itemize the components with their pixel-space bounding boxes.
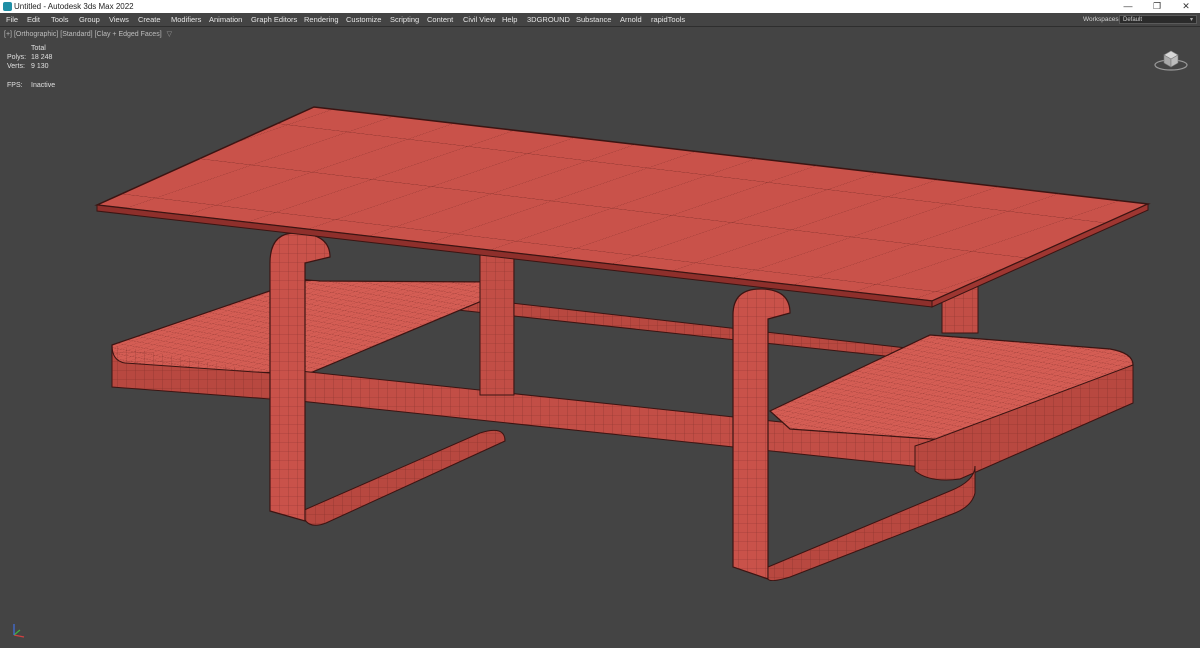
workspaces-label: Workspaces:: [1083, 16, 1121, 23]
stats-verts-label: Verts:: [7, 63, 25, 70]
axis-tripod-icon: [13, 624, 25, 638]
menu-3dground[interactable]: 3DGROUND: [527, 13, 570, 26]
menu-group[interactable]: Group: [79, 13, 100, 26]
menu-customize[interactable]: Customize: [346, 13, 381, 26]
menu-edit[interactable]: Edit: [27, 13, 40, 26]
restore-button[interactable]: ❐: [1143, 0, 1171, 13]
menu-content[interactable]: Content: [427, 13, 453, 26]
app-logo-icon: [3, 2, 12, 11]
menu-substance[interactable]: Substance: [576, 13, 611, 26]
tabletop[interactable]: [94, 106, 1151, 308]
viewport-mode-label[interactable]: [Clay + Edged Faces]: [95, 31, 162, 38]
viewport-shading-label[interactable]: [Standard]: [60, 31, 92, 38]
viewport-view-label[interactable]: [Orthographic]: [14, 31, 58, 38]
menu-rendering[interactable]: Rendering: [304, 13, 339, 26]
viewcube-icon[interactable]: [1153, 43, 1189, 73]
menu-rapidtools[interactable]: rapidTools: [651, 13, 685, 26]
stats-polys-value: 18 248: [31, 54, 53, 61]
stats-polys-label: Polys:: [7, 54, 27, 61]
menu-create[interactable]: Create: [138, 13, 161, 26]
workspaces-dropdown[interactable]: Default ▾: [1119, 15, 1197, 24]
menu-animation[interactable]: Animation: [209, 13, 242, 26]
stats-fps-value: Inactive: [31, 82, 56, 89]
workspaces-value: Default: [1123, 17, 1143, 23]
menu-modifiers[interactable]: Modifiers: [171, 13, 201, 26]
viewport-menu-plus[interactable]: [+]: [4, 31, 12, 38]
window-title: Untitled - Autodesk 3ds Max 2022: [14, 2, 134, 11]
menu-views[interactable]: Views: [109, 13, 129, 26]
menu-file[interactable]: File: [6, 13, 18, 26]
stats-verts-value: 9 130: [31, 63, 49, 70]
stats-header: Total: [31, 45, 46, 52]
title-bar: Untitled - Autodesk 3ds Max 2022 — ❐ ✕: [0, 0, 1200, 13]
menu-arnold[interactable]: Arnold: [620, 13, 642, 26]
menu-tools[interactable]: Tools: [51, 13, 69, 26]
filter-icon[interactable]: ▽: [167, 31, 172, 38]
chevron-down-icon: ▾: [1189, 17, 1193, 23]
minimize-button[interactable]: —: [1114, 0, 1142, 13]
menu-civil-view[interactable]: Civil View: [463, 13, 495, 26]
menu-help[interactable]: Help: [502, 13, 517, 26]
menu-graph-editors[interactable]: Graph Editors: [251, 13, 297, 26]
menu-bar: File Edit Tools Group Views Create Modif…: [0, 13, 1200, 26]
scene-3d-view[interactable]: [0, 27, 1200, 648]
stats-fps-label: FPS:: [7, 82, 23, 89]
close-button[interactable]: ✕: [1172, 0, 1200, 13]
perspective-viewport[interactable]: [+] [Orthographic] [Standard] [Clay + Ed…: [0, 26, 1200, 647]
menu-scripting[interactable]: Scripting: [390, 13, 419, 26]
viewport-label[interactable]: [+] [Orthographic] [Standard] [Clay + Ed…: [4, 30, 172, 38]
right-shelf[interactable]: [768, 334, 1134, 481]
